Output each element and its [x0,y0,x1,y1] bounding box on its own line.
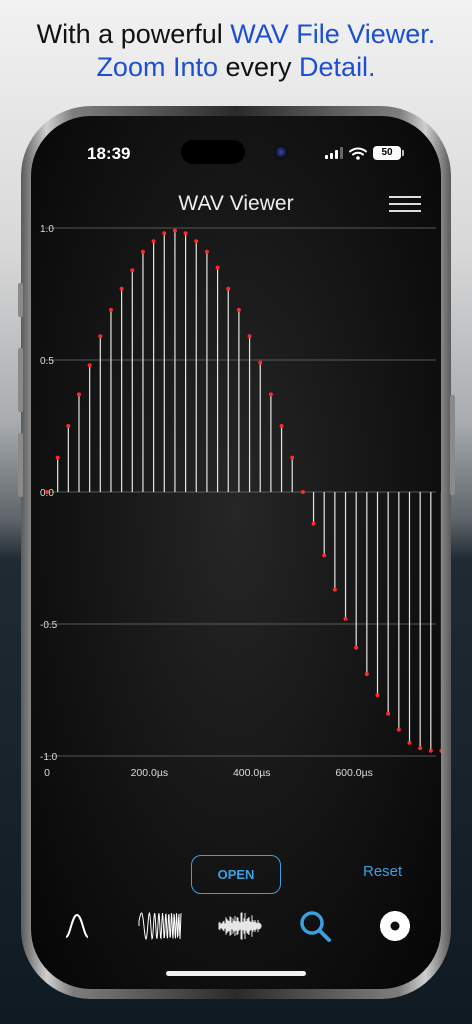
oscillation-path [138,911,182,941]
sample-point [364,672,369,677]
waveform-chart[interactable]: 1.00.50.0-0.5-1.00200.0µs400.0µs600.0µs [31,116,441,796]
home-indicator [166,971,306,976]
sample-point [204,249,209,254]
sample-point [236,307,241,312]
sample-point [418,746,423,751]
phone-screen: 18:39 50 WAV Viewer 1.00.50.0-0.5-1.0020… [31,116,441,989]
tab-oscillation[interactable] [133,906,187,946]
sample-point [87,363,92,368]
power-button [450,395,455,495]
headline-highlight: WAV File Viewer. [230,19,436,49]
sample-point [119,286,124,291]
noise-path [218,912,262,940]
sample-point [428,748,433,753]
search-icon [300,911,331,942]
sample-point [407,740,412,745]
sample-point [354,645,359,650]
sample-point [66,424,71,428]
x-tick-label: 0 [44,767,50,779]
sample-point [162,231,167,236]
sample-point [215,265,220,270]
sine-wave-icon [65,913,89,938]
x-tick-label: 200.0µs [131,767,169,779]
y-tick-label: -1.0 [40,752,58,763]
promo-headline: With a powerful WAV File Viewer. Zoom In… [0,18,472,84]
headline-text: With a powerful [36,19,231,49]
sample-point [322,553,327,558]
volume-down-button [18,433,23,497]
headline-line-1: With a powerful WAV File Viewer. [0,18,472,51]
open-button[interactable]: OPEN [191,855,281,894]
sample-point [439,748,441,753]
sample-point [140,249,145,254]
tab-bar [31,906,441,956]
y-tick-label: -0.5 [40,620,58,631]
headline-line-2: Zoom Into every Detail. [0,51,472,84]
sample-point [375,693,380,698]
tab-zoom[interactable] [293,906,337,946]
y-tick-label: 1.0 [40,224,54,235]
tab-noise[interactable] [213,906,267,946]
sample-point [279,424,284,428]
gear-icon [380,911,410,941]
sample-point [183,231,188,236]
sample-point [55,455,60,460]
sample-point [130,268,135,273]
sample-point [108,307,113,312]
sample-point [45,490,49,494]
tab-sine-wave[interactable] [55,906,99,946]
sample-point [247,334,252,339]
y-tick-label: 0.5 [40,356,54,367]
gear-shape [380,911,410,941]
sample-point [300,490,305,494]
sample-point [343,616,348,621]
noise-waveform-icon [218,912,262,940]
action-button [18,283,23,317]
tab-settings[interactable] [373,906,417,946]
sample-point [76,392,81,397]
sample-point [226,286,231,291]
sample-point [194,239,199,244]
sample-point [268,392,273,397]
x-tick-label: 400.0µs [233,767,271,779]
reset-button[interactable]: Reset [363,863,402,880]
sample-point [396,727,401,732]
sample-point [290,455,295,460]
headline-highlight: Detail. [299,52,376,82]
headline-text: every [218,52,300,82]
sample-point [172,228,177,233]
sample-point [151,239,156,244]
sample-point [258,360,263,365]
sample-point [311,521,316,526]
x-tick-label: 600.0µs [335,767,373,779]
headline-highlight: Zoom Into [96,52,218,82]
waveform-oscillation-icon [138,911,182,941]
sample-point [98,334,103,339]
volume-up-button [18,348,23,412]
sample-point [386,711,391,716]
sample-point [332,587,337,592]
